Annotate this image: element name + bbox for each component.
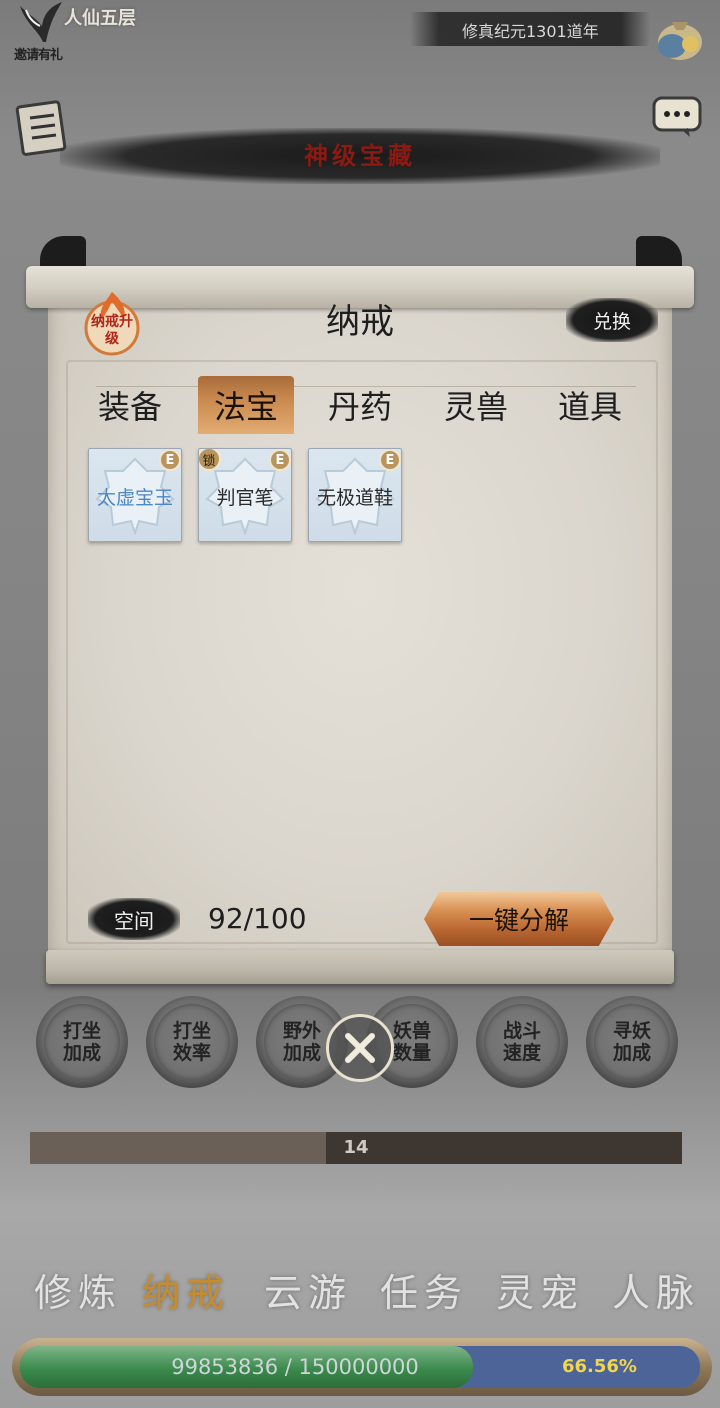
close-button[interactable]: [326, 1014, 394, 1082]
space-value: 92/100: [208, 902, 307, 935]
decompose-label: 一键分解: [468, 906, 569, 935]
item-card[interactable]: 判官笔 锁 E: [198, 448, 292, 542]
decompose-all-button[interactable]: 一键分解: [424, 892, 614, 946]
bonus-line: 战斗: [502, 1020, 541, 1042]
bonus-line: 速度: [502, 1042, 541, 1064]
bonus-line: 效率: [172, 1042, 211, 1064]
item-name: 无极道鞋: [316, 487, 393, 509]
tab-equipment[interactable]: 装备: [82, 376, 178, 434]
bonus-line: 加成: [612, 1042, 651, 1064]
close-icon: [345, 1033, 375, 1063]
exp-value: 99853836 / 150000000: [171, 1355, 419, 1379]
page-title: 神级宝藏: [304, 141, 416, 170]
item-card[interactable]: 太虚宝玉 E: [88, 448, 182, 542]
grade-badge: E: [379, 449, 401, 471]
tab-pills[interactable]: 丹药: [312, 376, 408, 434]
nav-tasks[interactable]: 任务: [380, 1262, 468, 1317]
tab-treasure[interactable]: 法宝: [198, 376, 294, 434]
nav-pets[interactable]: 灵宠: [496, 1262, 584, 1317]
nav-travel[interactable]: 云游: [264, 1262, 352, 1317]
nav-storage-ring[interactable]: 纳戒: [142, 1262, 230, 1317]
bonus-line: 打坐: [62, 1020, 101, 1042]
crane-icon: [20, 2, 62, 42]
ring-upgrade-button[interactable]: 纳戒升级: [74, 286, 150, 356]
bonus-meditation-boost[interactable]: 打坐 加成: [36, 996, 128, 1088]
grade-badge: E: [269, 449, 291, 471]
level-value: 14: [343, 1137, 369, 1158]
nav-contacts[interactable]: 人脉: [612, 1262, 700, 1317]
bonus-meditation-efficiency[interactable]: 打坐 效率: [146, 996, 238, 1088]
realm-level: 人仙五层: [64, 8, 136, 29]
item-card[interactable]: 无极道鞋 E: [308, 448, 402, 542]
bonus-line: 妖兽: [392, 1020, 431, 1042]
tab-spirit-beasts[interactable]: 灵兽: [428, 376, 524, 434]
invite-label: 邀请有礼: [14, 48, 63, 63]
bonus-line: 寻妖: [612, 1020, 651, 1042]
treasure-pouch-icon[interactable]: [650, 4, 710, 62]
nav-cultivate[interactable]: 修炼: [34, 1262, 122, 1317]
bonus-battle-speed[interactable]: 战斗 速度: [476, 996, 568, 1088]
bonus-line: 加成: [62, 1042, 101, 1064]
upgrade-badge-label: 纳戒升级: [91, 314, 133, 347]
scroll-rod-bottom: [46, 950, 674, 984]
tab-items[interactable]: 道具: [542, 376, 638, 434]
item-name: 判官笔: [216, 487, 274, 509]
bonus-line: 数量: [392, 1042, 431, 1064]
exchange-button[interactable]: 兑换: [566, 298, 658, 342]
item-name: 太虚宝玉: [96, 487, 173, 509]
exp-percent: 66.56%: [562, 1356, 637, 1377]
bonus-line: 打坐: [172, 1020, 211, 1042]
bonus-monster-search[interactable]: 寻妖 加成: [586, 996, 678, 1088]
bonus-line: 加成: [282, 1042, 321, 1064]
era-text: 修真纪元1301道年: [462, 22, 599, 41]
bonus-line: 野外: [282, 1020, 321, 1042]
space-label: 空间: [88, 898, 180, 940]
grade-badge: E: [159, 449, 181, 471]
